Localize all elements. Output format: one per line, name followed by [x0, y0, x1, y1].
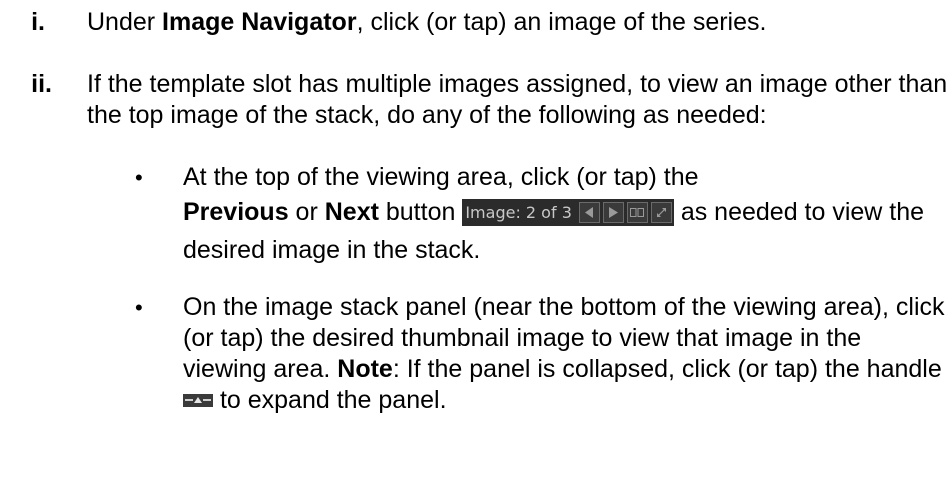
- image-counter: Image: 2 of 3: [465, 203, 572, 222]
- note-label: Note: [337, 355, 393, 383]
- previous-term: Previous: [183, 198, 289, 226]
- layout-button[interactable]: [626, 202, 648, 223]
- step-marker: i.: [31, 8, 45, 36]
- step-marker: ii.: [31, 70, 52, 98]
- image-toolbar: Image: 2 of 3: [462, 199, 674, 226]
- expand-icon: [656, 208, 666, 217]
- next-icon: [608, 207, 618, 218]
- next-term: Next: [324, 198, 379, 226]
- step-text: Under Image Navigator, click (or tap) an…: [87, 8, 767, 36]
- previous-icon: [584, 207, 593, 218]
- step-text: If the template slot has multiple images…: [87, 70, 948, 129]
- expand-button[interactable]: [650, 202, 672, 223]
- image-navigator-term: Image Navigator: [162, 8, 357, 36]
- next-button[interactable]: [602, 202, 624, 223]
- expand-handle-icon[interactable]: [183, 394, 213, 407]
- layout-icon: [630, 208, 645, 217]
- previous-button[interactable]: [578, 202, 600, 223]
- bullet-dot: •: [135, 295, 143, 320]
- bullet-dot: •: [135, 165, 143, 190]
